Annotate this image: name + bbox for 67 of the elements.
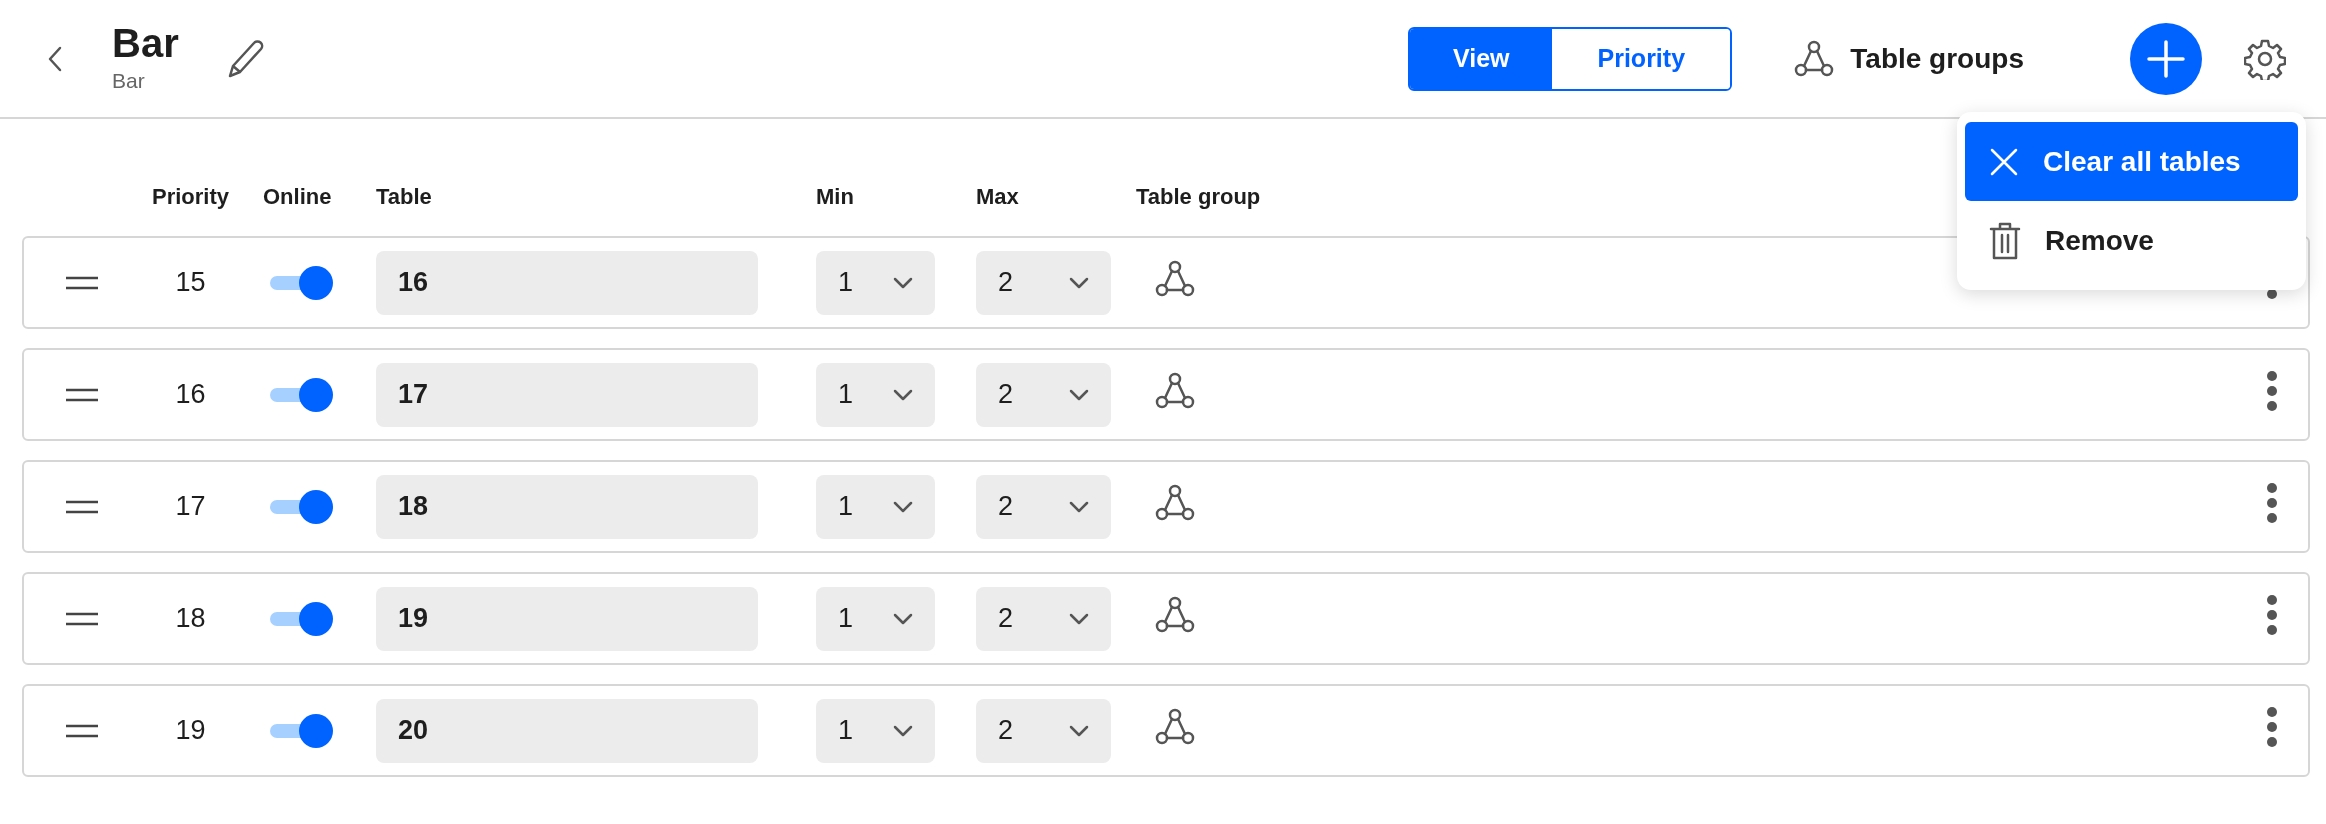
- triangle-nodes-icon[interactable]: [1155, 595, 1195, 635]
- more-options-icon[interactable]: [2266, 595, 2278, 635]
- max-dropdown[interactable]: 2: [976, 474, 1111, 539]
- online-toggle[interactable]: [270, 377, 333, 412]
- drag-handle-icon[interactable]: [64, 611, 99, 626]
- min-dropdown[interactable]: 1: [816, 362, 935, 427]
- chevron-down-icon: [893, 276, 913, 289]
- triangle-nodes-icon[interactable]: [1155, 707, 1195, 747]
- column-header: Table group: [1136, 183, 1261, 211]
- online-toggle[interactable]: [270, 265, 333, 300]
- triangle-nodes-icon: [1794, 38, 1835, 79]
- table-name-field[interactable]: 16: [376, 250, 758, 315]
- triangle-nodes-icon[interactable]: [1155, 371, 1195, 411]
- menu-item[interactable]: Clear all tables: [1965, 122, 2298, 201]
- online-toggle[interactable]: [270, 489, 333, 524]
- table-name-field[interactable]: 19: [376, 586, 758, 651]
- min-dropdown[interactable]: 1: [816, 474, 935, 539]
- online-toggle[interactable]: [270, 713, 333, 748]
- more-options-icon[interactable]: [2266, 483, 2278, 523]
- online-toggle[interactable]: [270, 601, 333, 636]
- plus-icon: [2146, 38, 2186, 79]
- settings-icon[interactable]: [2244, 37, 2286, 80]
- close-icon: [1989, 146, 2019, 177]
- column-header: Min: [816, 183, 854, 211]
- pencil-icon[interactable]: [226, 38, 265, 79]
- chevron-down-icon: [893, 724, 913, 737]
- drag-handle-icon[interactable]: [64, 723, 99, 738]
- max-dropdown[interactable]: 2: [976, 586, 1111, 651]
- column-header: Online: [262, 183, 332, 211]
- column-header: Table: [376, 183, 432, 211]
- max-dropdown[interactable]: 2: [976, 362, 1111, 427]
- chevron-down-icon: [893, 612, 913, 625]
- trash-icon: [1989, 221, 2021, 260]
- chevron-down-icon: [1069, 724, 1089, 737]
- drag-handle-icon[interactable]: [64, 275, 99, 290]
- triangle-nodes-icon[interactable]: [1155, 259, 1195, 299]
- min-dropdown[interactable]: 1: [816, 250, 935, 315]
- chevron-down-icon: [1069, 500, 1089, 513]
- priority-number: 19: [174, 714, 207, 748]
- chevron-down-icon: [1069, 276, 1089, 289]
- chevron-down-icon: [893, 388, 913, 401]
- min-dropdown[interactable]: 1: [816, 698, 935, 763]
- toggle-tab[interactable]: View: [1410, 28, 1553, 89]
- chevron-down-icon: [893, 500, 913, 513]
- table-name-field[interactable]: 20: [376, 698, 758, 763]
- max-dropdown[interactable]: 2: [976, 250, 1111, 315]
- chevron-down-icon: [1069, 612, 1089, 625]
- priority-number: 15: [174, 266, 207, 300]
- more-options-icon[interactable]: [2266, 371, 2278, 411]
- more-options-icon[interactable]: [2266, 707, 2278, 747]
- min-dropdown[interactable]: 1: [816, 586, 935, 651]
- column-header: Priority: [152, 183, 229, 211]
- column-header: Max: [976, 183, 1019, 211]
- priority-number: 16: [174, 378, 207, 412]
- back-icon[interactable]: [46, 44, 64, 73]
- priority-number: 17: [174, 490, 207, 524]
- page-subtitle: Bar: [112, 67, 146, 94]
- table-name-field[interactable]: 17: [376, 362, 758, 427]
- chevron-down-icon: [1069, 388, 1089, 401]
- max-dropdown[interactable]: 2: [976, 698, 1111, 763]
- drag-handle-icon[interactable]: [64, 499, 99, 514]
- table-name-field[interactable]: 18: [376, 474, 758, 539]
- drag-handle-icon[interactable]: [64, 387, 99, 402]
- triangle-nodes-icon[interactable]: [1155, 483, 1195, 523]
- priority-number: 18: [174, 602, 207, 636]
- page-title: Bar: [112, 20, 179, 65]
- table-groups-button[interactable]: Table groups: [1788, 36, 2030, 81]
